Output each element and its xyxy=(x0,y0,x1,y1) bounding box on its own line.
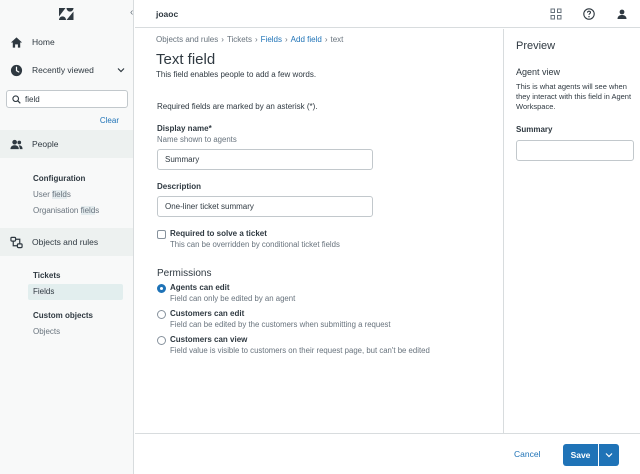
user-avatar-icon[interactable] xyxy=(616,8,628,20)
chevron-down-icon xyxy=(605,453,613,458)
save-button[interactable]: Save xyxy=(563,444,598,466)
customers-can-view-label: Customers can view xyxy=(170,335,248,344)
required-to-solve-hint: This can be overridden by conditional ti… xyxy=(170,240,340,249)
description-label: Description xyxy=(157,182,202,191)
sidebar-item-objects[interactable]: Objects xyxy=(33,327,60,336)
nav-home-label: Home xyxy=(32,37,55,47)
preview-panel: Preview Agent view This is what agents w… xyxy=(503,29,640,433)
save-options-button[interactable] xyxy=(599,444,619,466)
custom-objects-heading: Custom objects xyxy=(33,311,94,320)
customers-can-view-radio[interactable] xyxy=(157,336,166,345)
agents-can-edit-hint: Field can only be edited by an agent xyxy=(170,294,296,303)
footer-bar: Cancel Save xyxy=(135,433,640,474)
clock-icon xyxy=(10,64,23,76)
nav-home[interactable]: Home xyxy=(0,28,133,56)
nav-people[interactable]: People xyxy=(0,130,133,158)
sidebar-item-fields[interactable]: Fields xyxy=(33,287,54,296)
help-icon[interactable] xyxy=(583,8,595,20)
breadcrumb-text: text xyxy=(330,35,344,44)
required-fields-note: Required fields are marked by an asteris… xyxy=(157,102,318,111)
people-icon xyxy=(10,139,23,149)
required-to-solve-checkbox[interactable] xyxy=(157,230,166,239)
zendesk-logo-icon[interactable] xyxy=(58,7,74,21)
agents-can-edit-radio[interactable] xyxy=(157,284,166,293)
preview-description: This is what agents will see when they i… xyxy=(516,82,632,111)
customers-can-edit-label: Customers can edit xyxy=(170,309,245,318)
preview-title: Preview xyxy=(516,40,556,52)
tickets-heading: Tickets xyxy=(33,271,61,280)
nav-objects-and-rules[interactable]: Objects and rules xyxy=(0,228,133,256)
nav-recently-viewed[interactable]: Recently viewed xyxy=(0,56,133,84)
clear-search-link[interactable]: Clear xyxy=(100,116,119,125)
breadcrumb: Objects and rules › Tickets › Fields › Add fie… xyxy=(156,35,344,44)
preview-field-label: Summary xyxy=(516,125,553,134)
sidebar-item-organisation-fields[interactable]: Organisation fields xyxy=(33,206,99,215)
account-name: joaoc xyxy=(156,9,179,19)
customers-can-view-hint: Field value is visible to customers on t… xyxy=(170,346,430,355)
sidebar-search[interactable] xyxy=(6,90,128,108)
search-icon xyxy=(12,95,21,104)
page-subtitle: This field enables people to add a few w… xyxy=(156,70,317,79)
required-to-solve-label: Required to solve a ticket xyxy=(170,229,267,238)
breadcrumb-objects-and-rules[interactable]: Objects and rules xyxy=(156,35,218,44)
permissions-heading: Permissions xyxy=(157,268,212,279)
page-title: Text field xyxy=(156,51,216,68)
cancel-button[interactable]: Cancel xyxy=(514,449,540,459)
apps-grid-icon[interactable] xyxy=(550,8,562,20)
breadcrumb-tickets[interactable]: Tickets xyxy=(227,35,252,44)
nav-objects-and-rules-label: Objects and rules xyxy=(32,237,99,247)
sidebar-item-user-fields[interactable]: User fields xyxy=(33,190,71,199)
main-content: Objects and rules › Tickets › Fields › Add fie… xyxy=(135,29,503,433)
sidebar-search-input[interactable] xyxy=(25,93,125,105)
chevron-down-icon[interactable] xyxy=(117,66,125,74)
configuration-heading: Configuration xyxy=(33,174,86,183)
customers-can-edit-hint: Field can be edited by the customers whe… xyxy=(170,320,391,329)
customers-can-edit-radio[interactable] xyxy=(157,310,166,319)
display-name-hint: Name shown to agents xyxy=(157,135,237,144)
description-input[interactable] xyxy=(157,196,373,217)
nav-people-label: People xyxy=(32,139,59,149)
home-icon xyxy=(10,36,23,48)
sidebar: Home Recently viewed Clear People Config… xyxy=(0,0,134,474)
display-name-input[interactable] xyxy=(157,149,373,170)
preview-field-input xyxy=(516,140,634,161)
objects-rules-icon xyxy=(10,236,23,248)
breadcrumb-add-field[interactable]: Add field xyxy=(291,35,322,44)
top-bar: joaoc xyxy=(135,0,640,28)
breadcrumb-fields[interactable]: Fields xyxy=(261,35,282,44)
nav-recently-viewed-label: Recently viewed xyxy=(32,65,94,75)
display-name-label: Display name* xyxy=(157,124,212,133)
preview-subtitle: Agent view xyxy=(516,67,561,77)
agents-can-edit-label: Agents can edit xyxy=(170,283,230,292)
